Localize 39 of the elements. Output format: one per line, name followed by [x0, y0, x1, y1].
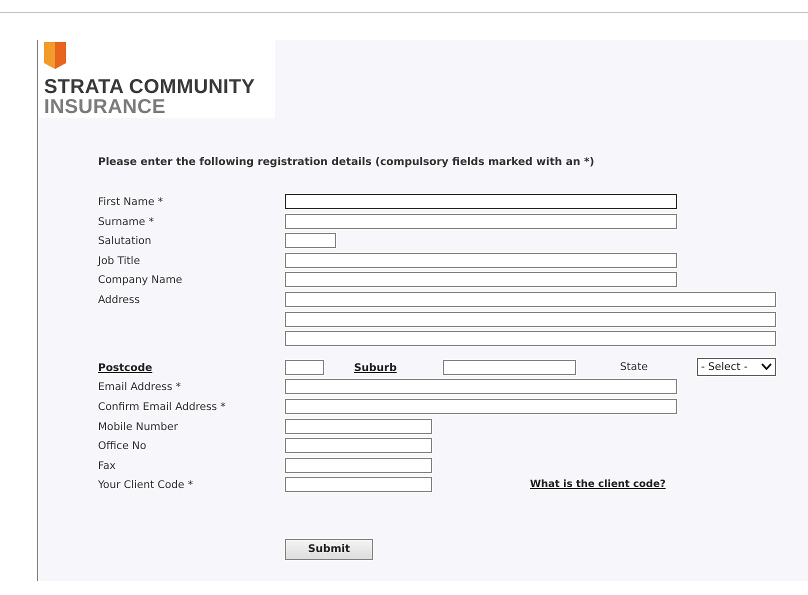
text-field[interactable] — [285, 477, 432, 492]
field-label: Your Client Code * — [98, 478, 194, 494]
field-label: Address — [98, 292, 141, 308]
text-field[interactable] — [285, 252, 677, 268]
field-label: Email Address * — [98, 380, 182, 396]
address-field[interactable] — [285, 292, 776, 307]
field-label: Surname * — [98, 214, 155, 230]
field-label: Confirm Email Address * — [98, 400, 227, 415]
postcode-field[interactable] — [285, 360, 324, 375]
text-field[interactable] — [285, 379, 677, 394]
field-label: Job Title — [98, 254, 142, 269]
field-label: First Name * — [98, 195, 164, 210]
postcode-link[interactable]: Postcode — [98, 360, 285, 380]
suburb-field[interactable] — [443, 360, 576, 375]
address-field[interactable] — [285, 312, 776, 327]
state-select[interactable]: - Select - — [697, 358, 776, 376]
text-field[interactable] — [285, 438, 432, 454]
state-label: State — [620, 360, 649, 374]
text-field[interactable] — [285, 458, 432, 473]
field-label: Mobile Number — [98, 420, 179, 435]
field-label: Salutation — [98, 234, 152, 250]
text-field[interactable] — [285, 194, 677, 209]
field-label: Office No — [98, 439, 148, 454]
text-field[interactable] — [285, 272, 677, 288]
field-label: Fax — [98, 458, 117, 474]
address-field[interactable] — [285, 331, 776, 346]
text-field[interactable] — [285, 233, 336, 248]
suburb-link[interactable]: Suburb — [354, 360, 443, 376]
field-label: Company Name — [98, 273, 184, 288]
shield-icon — [44, 42, 66, 69]
chevron-down-icon — [761, 363, 772, 370]
form-heading: Please enter the following registration details (compulsory fields marked with an *) — [98, 156, 596, 168]
logo-text: INSURANCE — [44, 97, 167, 117]
logo-text: STRATA COMMUNITY — [44, 77, 256, 97]
client-code-link[interactable]: What is the client code? — [530, 477, 666, 494]
submit-button[interactable]: Submit — [285, 538, 373, 560]
text-field[interactable] — [285, 398, 677, 414]
text-field[interactable] — [285, 214, 677, 229]
text-field[interactable] — [285, 418, 432, 434]
